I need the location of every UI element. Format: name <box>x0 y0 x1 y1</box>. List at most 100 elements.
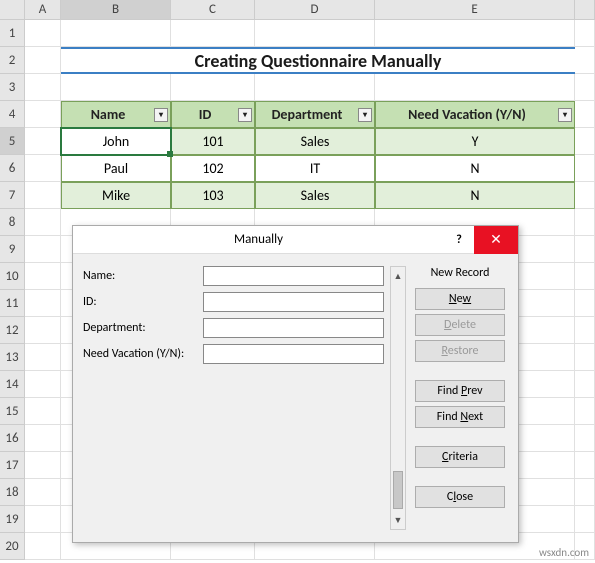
scroll-track[interactable] <box>391 283 405 513</box>
filter-icon[interactable]: ▾ <box>238 108 252 122</box>
row-header-16[interactable]: 16 <box>0 425 25 452</box>
cell[interactable] <box>25 452 61 479</box>
dept-field[interactable] <box>203 318 384 338</box>
active-cell[interactable]: John <box>61 128 171 155</box>
cell[interactable] <box>25 263 61 290</box>
table-cell[interactable]: 101 <box>171 128 255 155</box>
dialog-titlebar[interactable]: Manually ? ✕ <box>73 226 518 254</box>
cell[interactable] <box>25 371 61 398</box>
table-cell[interactable]: Paul <box>61 155 171 182</box>
cell[interactable] <box>375 74 575 101</box>
cell[interactable] <box>25 47 61 74</box>
row-header-20[interactable]: 20 <box>0 533 25 560</box>
col-header-spill[interactable] <box>575 0 595 20</box>
cell[interactable] <box>25 533 61 560</box>
cell[interactable] <box>575 290 595 317</box>
cell[interactable] <box>575 317 595 344</box>
cell[interactable] <box>61 74 171 101</box>
cell[interactable] <box>25 398 61 425</box>
cell[interactable] <box>575 74 595 101</box>
row-header-7[interactable]: 7 <box>0 182 25 209</box>
id-field[interactable] <box>203 292 384 312</box>
cell[interactable] <box>575 479 595 506</box>
cell[interactable] <box>575 209 595 236</box>
cell[interactable] <box>575 236 595 263</box>
close-button[interactable]: Close <box>415 486 505 508</box>
cell[interactable] <box>575 371 595 398</box>
cell[interactable] <box>25 155 61 182</box>
col-header-A[interactable]: A <box>25 0 61 20</box>
help-button[interactable]: ? <box>444 226 474 254</box>
row-header-14[interactable]: 14 <box>0 371 25 398</box>
row-header-5[interactable]: 5 <box>0 128 25 155</box>
row-header-19[interactable]: 19 <box>0 506 25 533</box>
table-cell[interactable]: Sales <box>255 128 375 155</box>
row-header-8[interactable]: 8 <box>0 209 25 236</box>
close-icon[interactable]: ✕ <box>474 226 518 254</box>
find-prev-button[interactable]: Find Prev <box>415 380 505 402</box>
cell[interactable] <box>25 317 61 344</box>
table-header-name[interactable]: Name▾ <box>61 101 171 128</box>
cell[interactable] <box>575 47 595 74</box>
row-header-15[interactable]: 15 <box>0 398 25 425</box>
scroll-down-icon[interactable]: ▼ <box>392 513 404 527</box>
cell[interactable] <box>575 128 595 155</box>
cell[interactable] <box>25 479 61 506</box>
cell[interactable] <box>25 425 61 452</box>
cell[interactable] <box>25 506 61 533</box>
cell[interactable] <box>25 209 61 236</box>
cell[interactable] <box>25 290 61 317</box>
cell[interactable] <box>575 263 595 290</box>
row-header-9[interactable]: 9 <box>0 236 25 263</box>
cell[interactable] <box>575 398 595 425</box>
table-cell[interactable]: Sales <box>255 182 375 209</box>
table-header-dept[interactable]: Department▾ <box>255 101 375 128</box>
table-header-vac[interactable]: Need Vacation (Y/N)▾ <box>375 101 575 128</box>
cell[interactable] <box>575 506 595 533</box>
delete-button[interactable]: Delete <box>415 314 505 336</box>
row-header-12[interactable]: 12 <box>0 317 25 344</box>
cell[interactable] <box>25 20 61 47</box>
table-cell[interactable]: Mike <box>61 182 171 209</box>
cell[interactable] <box>255 20 375 47</box>
cell[interactable] <box>575 20 595 47</box>
filter-icon[interactable]: ▾ <box>558 108 572 122</box>
row-header-17[interactable]: 17 <box>0 452 25 479</box>
cell[interactable] <box>575 425 595 452</box>
col-header-D[interactable]: D <box>255 0 375 20</box>
table-header-id[interactable]: ID▾ <box>171 101 255 128</box>
cell[interactable] <box>375 20 575 47</box>
scroll-thumb[interactable] <box>393 471 403 509</box>
table-cell[interactable]: 102 <box>171 155 255 182</box>
table-cell[interactable]: Y <box>375 128 575 155</box>
cell[interactable] <box>575 452 595 479</box>
new-button[interactable]: New <box>415 288 505 310</box>
cell[interactable] <box>575 155 595 182</box>
row-header-3[interactable]: 3 <box>0 74 25 101</box>
table-cell[interactable]: N <box>375 182 575 209</box>
name-field[interactable] <box>203 266 384 286</box>
table-cell[interactable]: N <box>375 155 575 182</box>
select-all-corner[interactable] <box>0 0 25 20</box>
row-header-13[interactable]: 13 <box>0 344 25 371</box>
cell[interactable] <box>25 128 61 155</box>
row-header-10[interactable]: 10 <box>0 263 25 290</box>
filter-icon[interactable]: ▾ <box>358 108 372 122</box>
cell[interactable] <box>575 344 595 371</box>
table-cell[interactable]: IT <box>255 155 375 182</box>
cell[interactable] <box>171 20 255 47</box>
cell[interactable] <box>25 74 61 101</box>
col-header-B[interactable]: B <box>61 0 171 20</box>
vac-field[interactable] <box>203 344 384 364</box>
row-header-4[interactable]: 4 <box>0 101 25 128</box>
cell[interactable] <box>25 101 61 128</box>
filter-icon[interactable]: ▾ <box>154 108 168 122</box>
cell[interactable] <box>61 20 171 47</box>
cell[interactable] <box>171 74 255 101</box>
cell[interactable] <box>575 182 595 209</box>
cell[interactable] <box>25 182 61 209</box>
restore-button[interactable]: Restore <box>415 340 505 362</box>
cell[interactable] <box>575 101 595 128</box>
row-header-11[interactable]: 11 <box>0 290 25 317</box>
criteria-button[interactable]: Criteria <box>415 446 505 468</box>
